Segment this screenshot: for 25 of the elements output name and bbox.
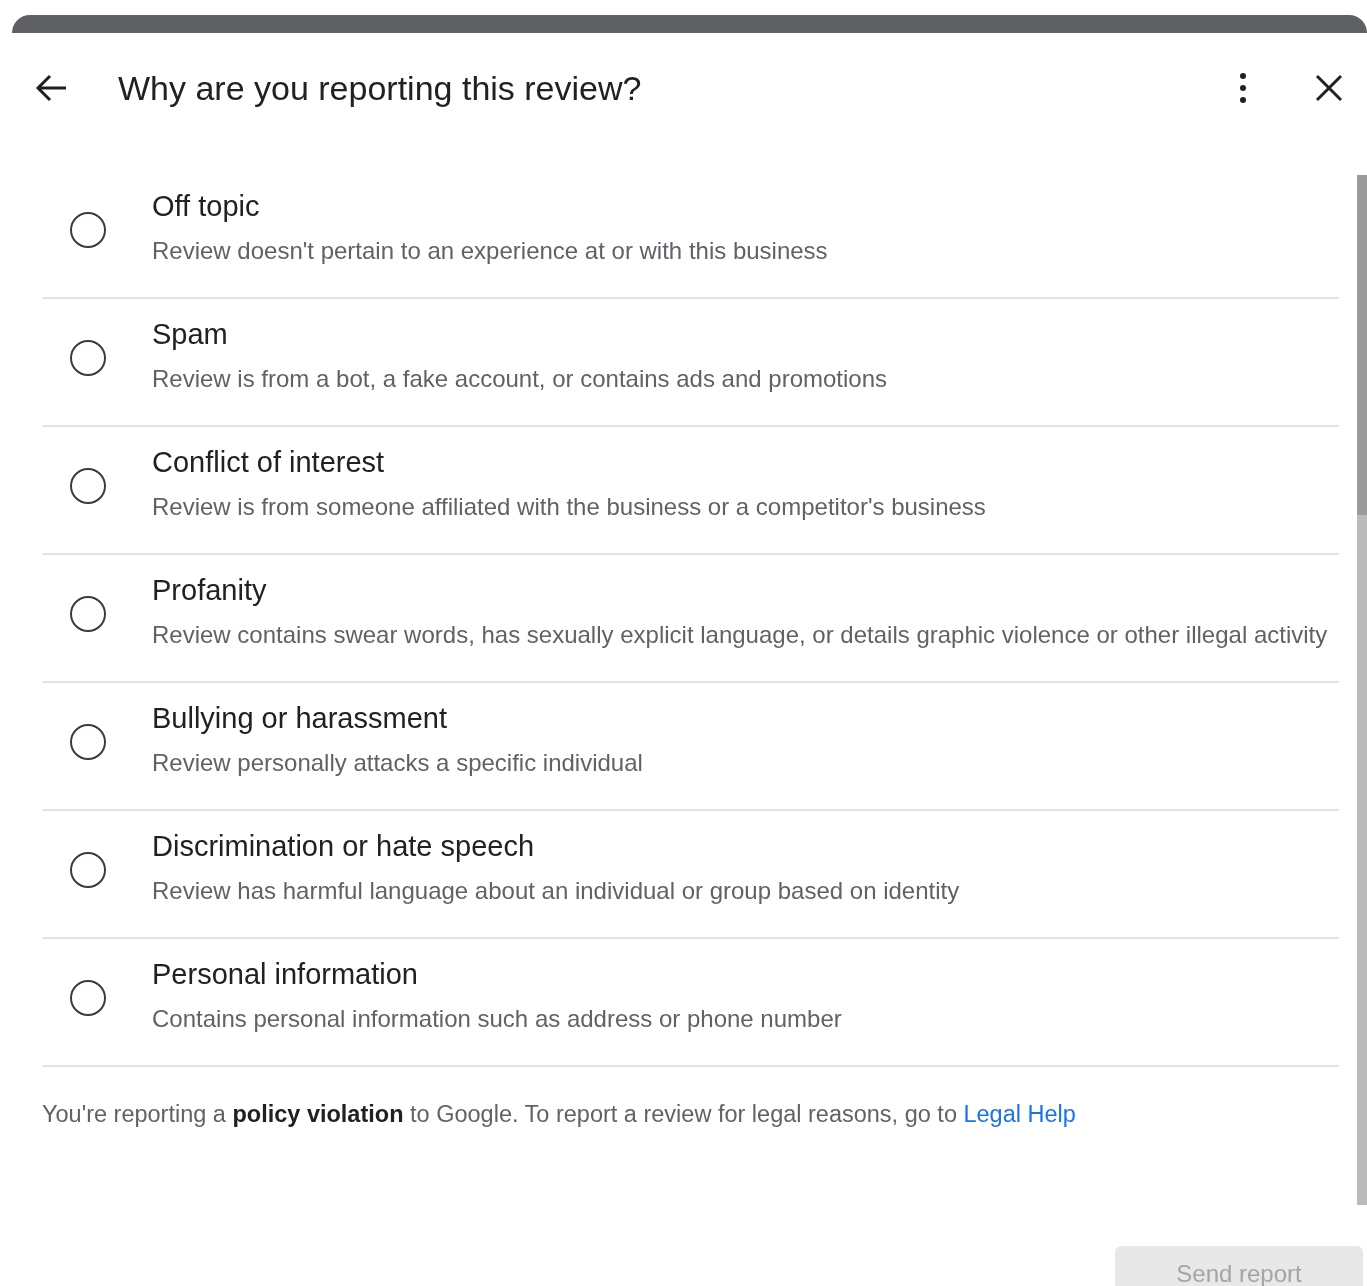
option-description: Contains personal information such as address or phone number: [152, 1003, 842, 1034]
option-description: Review doesn't pertain to an experience at or with this business: [152, 235, 828, 266]
radio-button[interactable]: [70, 852, 106, 888]
radio-button[interactable]: [70, 596, 106, 632]
dialog-title: Why are you reporting this review?: [118, 68, 643, 108]
radio-button[interactable]: [70, 980, 106, 1016]
option-label: Bullying or harassment: [152, 701, 448, 735]
option-description: Review is from someone affiliated with the business or a competitor's business: [152, 491, 986, 522]
policy-notice: You're reporting a policy violation to Google. To report a review for legal reasons, go to Legal Help: [42, 1101, 1077, 1128]
scrollbar[interactable]: [1357, 175, 1367, 1205]
option-description: Review contains swear words, has sexually explicit language, or details graphic violence or other illegal activity: [152, 619, 1328, 650]
option-label: Profanity: [152, 573, 268, 607]
option-label: Conflict of interest: [152, 445, 386, 479]
option-label: Off topic: [152, 189, 261, 223]
option-description: Review has harmful language about an individual or group based on identity: [152, 875, 960, 906]
legal-help-link[interactable]: Legal Help: [963, 1101, 1076, 1127]
option-description: Review personally attacks a specific individual: [152, 747, 643, 778]
radio-button[interactable]: [70, 340, 106, 376]
option-label: Personal information: [152, 957, 419, 991]
option-label: Spam: [152, 317, 229, 351]
option-description: Review is from a bot, a fake account, or contains ads and promotions: [152, 363, 888, 394]
radio-button[interactable]: [70, 468, 106, 504]
radio-button[interactable]: [70, 724, 106, 760]
option-label: Discrimination or hate speech: [152, 829, 535, 863]
radio-button[interactable]: [70, 212, 106, 248]
